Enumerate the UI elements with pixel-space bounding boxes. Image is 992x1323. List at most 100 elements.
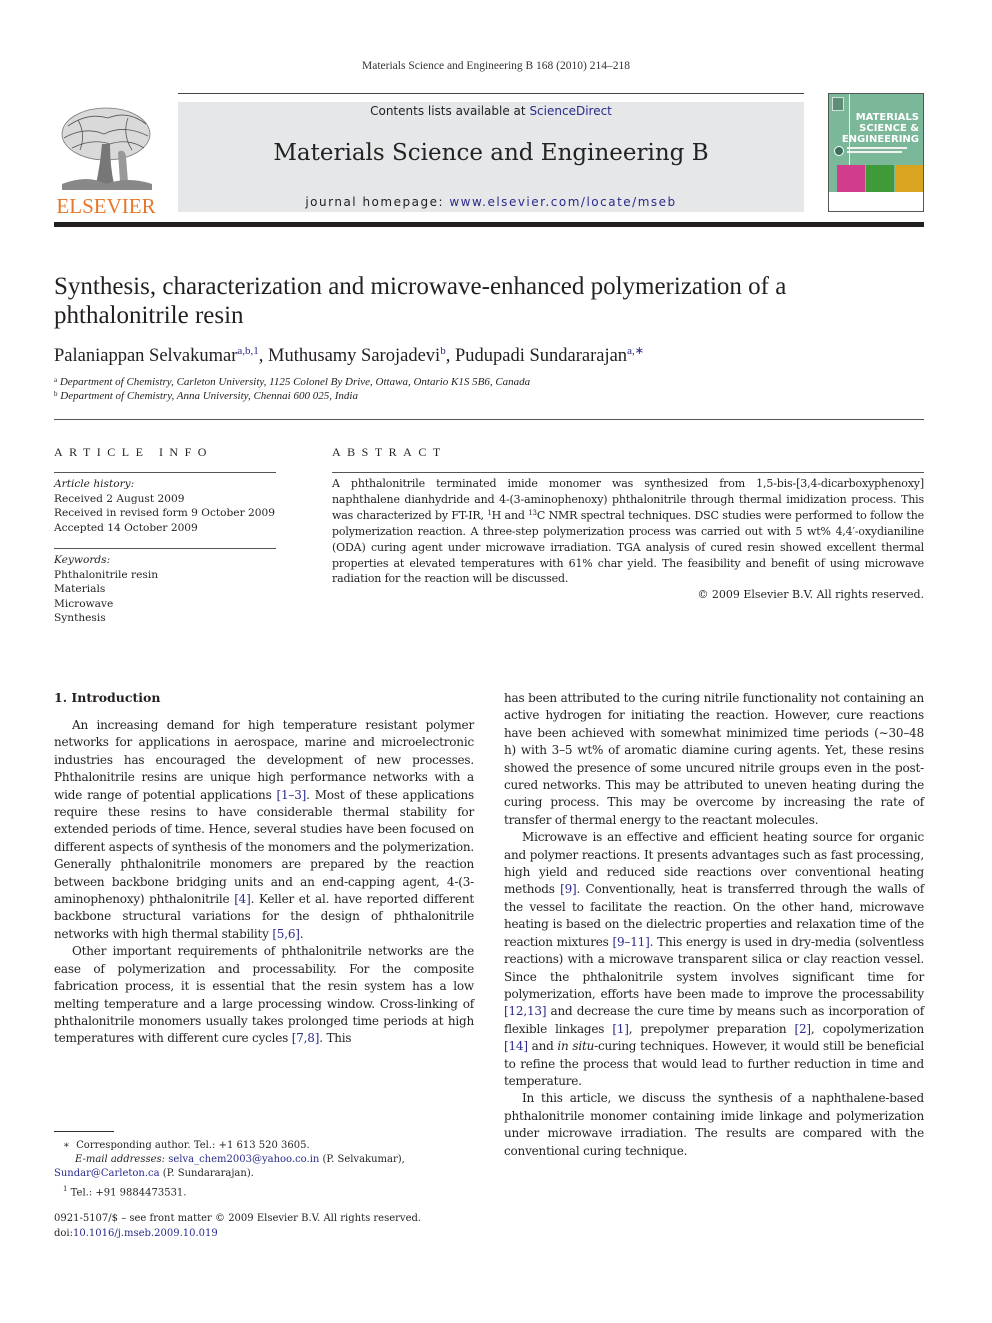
- citation-link[interactable]: [2]: [794, 1022, 811, 1036]
- affiliation: b Department of Chemistry, Anna Universi…: [54, 390, 924, 402]
- paragraph: In this article, we discuss the synthesi…: [504, 1091, 924, 1158]
- email-note-continued: Sundar@Carleton.ca (P. Sundararajan).: [54, 1167, 474, 1181]
- citation-link[interactable]: [1]: [612, 1022, 629, 1036]
- contents-prefix: Contents lists available at: [370, 104, 530, 118]
- cover-footer: [829, 192, 923, 211]
- abstract-text: A phthalonitrile terminated imide monome…: [332, 476, 924, 587]
- cover-subtitle-bar: [847, 151, 902, 153]
- footnote-rule: [54, 1131, 114, 1132]
- masthead-bottom-rule: [54, 222, 924, 227]
- author-separator: ,: [258, 346, 269, 366]
- cover-title-line-3: ENGINEERING: [841, 134, 919, 145]
- article-history: Article history: Received 2 August 2009 …: [54, 477, 276, 535]
- cover-subtitle-bar: [847, 147, 907, 149]
- contents-line: Contents lists available at ScienceDirec…: [178, 104, 804, 118]
- author-name[interactable]: Pudupadi Sundararajan: [455, 346, 627, 366]
- email-label: E-mail addresses:: [75, 1154, 166, 1166]
- footnote-text: Corresponding author. Tel.: +1 613 520 3…: [76, 1140, 310, 1151]
- elsevier-tree-icon: [61, 107, 152, 190]
- cover-title-line-2: SCIENCE &: [859, 123, 919, 134]
- doi-link[interactable]: 10.1016/j.mseb.2009.10.019: [73, 1228, 218, 1239]
- affiliation-text: Department of Chemistry, Carleton Univer…: [59, 376, 531, 388]
- homepage-prefix: journal homepage:: [305, 195, 450, 209]
- citation-link[interactable]: [1–3]: [277, 788, 307, 802]
- citation-link[interactable]: [4]: [234, 892, 251, 906]
- journal-homepage-link[interactable]: www.elsevier.com/locate/mseb: [449, 195, 676, 209]
- author-affiliation-marker[interactable]: a,∗: [627, 345, 644, 357]
- author-affiliation-marker[interactable]: a,b,1: [237, 345, 258, 357]
- cover-image-magenta: [837, 165, 865, 193]
- history-entry: Received in revised form 9 October 2009: [54, 507, 275, 519]
- article-info-heading: ARTICLE INFO: [54, 445, 213, 459]
- citation-link[interactable]: [9–11]: [613, 935, 650, 949]
- keywords-label: Keywords:: [54, 554, 111, 566]
- footnotes: ∗ Corresponding author. Tel.: +1 613 520…: [54, 1139, 474, 1200]
- masthead-top-rule: [178, 93, 804, 94]
- email-note: E-mail addresses: selva_chem2003@yahoo.c…: [54, 1153, 474, 1167]
- doi-line: doi:10.1016/j.mseb.2009.10.019: [54, 1226, 494, 1241]
- footnote-text: Tel.: +91 9884473531.: [70, 1186, 187, 1198]
- article-info-rule: [54, 472, 276, 473]
- text-segment: .: [299, 926, 304, 941]
- text-segment: . This: [319, 1031, 352, 1046]
- cover-image-gold: [895, 165, 923, 193]
- citation-link[interactable]: [14]: [504, 1039, 528, 1053]
- email-link[interactable]: Sundar@Carleton.ca: [54, 1168, 160, 1179]
- abstract-heading: ABSTRACT: [332, 445, 447, 459]
- article-title: Synthesis, characterization and microwav…: [54, 273, 787, 329]
- text-segment: and: [527, 1039, 558, 1054]
- journal-cover-thumbnail[interactable]: MATERIALS SCIENCE & ENGINEERING: [828, 93, 924, 212]
- journal-banner: Contents lists available at ScienceDirec…: [178, 102, 804, 212]
- abstract-segment: H and: [491, 508, 529, 522]
- header-divider: [54, 419, 924, 420]
- elsevier-wordmark: ELSEVIER: [56, 194, 156, 218]
- author-separator: ,: [445, 346, 455, 366]
- superscript: 13: [528, 508, 537, 517]
- body-column-left: An increasing demand for high temperatur…: [54, 717, 474, 1048]
- body-column-right: has been attributed to the curing nitril…: [504, 690, 924, 1160]
- text-segment: , copolymerization: [810, 1021, 924, 1036]
- text-segment: , prepolymer preparation: [628, 1021, 795, 1036]
- affiliation-label: b: [54, 390, 58, 398]
- text-segment: Other important requirements of phthalon…: [54, 944, 474, 1046]
- keywords: Keywords: Phthalonitrile resin Materials…: [54, 553, 276, 626]
- citation-link[interactable]: [9]: [560, 882, 577, 896]
- cover-elsevier-mini-logo: [832, 97, 844, 111]
- author-list: Palaniappan Selvakumara,b,1, Muthusamy S…: [54, 344, 924, 367]
- keywords-rule: [54, 548, 276, 549]
- affiliation: a Department of Chemistry, Carleton Univ…: [54, 376, 924, 388]
- paragraph: has been attributed to the curing nitril…: [504, 691, 924, 827]
- email-owner: (P. Selvakumar),: [319, 1154, 405, 1166]
- journal-title: Materials Science and Engineering B: [273, 140, 709, 166]
- elsevier-logo[interactable]: ELSEVIER: [54, 104, 158, 218]
- author-name[interactable]: Muthusamy Sarojadevi: [268, 346, 440, 366]
- citation-link[interactable]: [7,8]: [292, 1031, 320, 1045]
- footnote-mark: 1: [63, 1184, 68, 1193]
- keyword: Synthesis: [54, 612, 106, 624]
- corresponding-author-note: ∗ Corresponding author. Tel.: +1 613 520…: [54, 1139, 474, 1153]
- abstract-copyright: © 2009 Elsevier B.V. All rights reserved…: [697, 588, 924, 601]
- footnote-mark: ∗: [63, 1140, 70, 1151]
- email-owner: (P. Sundararajan).: [159, 1168, 254, 1180]
- affiliation-text: Department of Chemistry, Anna University…: [60, 390, 358, 402]
- citation-link[interactable]: [12,13]: [504, 1004, 547, 1018]
- article-history-label: Article history:: [54, 478, 135, 490]
- cover-image-green: [866, 165, 894, 193]
- affiliation-label: a: [54, 376, 58, 384]
- paragraph: Other important requirements of phthalon…: [54, 943, 474, 1047]
- keyword: Materials: [54, 583, 106, 595]
- sciencedirect-link[interactable]: ScienceDirect: [529, 104, 611, 118]
- paragraph: An increasing demand for high temperatur…: [54, 717, 474, 943]
- issn-line: 0921-5107/$ – see front matter © 2009 El…: [54, 1213, 422, 1224]
- abstract-rule: [332, 472, 924, 473]
- journal-homepage-line: journal homepage: www.elsevier.com/locat…: [178, 195, 804, 209]
- doi-prefix: doi:: [54, 1228, 73, 1239]
- author-name[interactable]: Palaniappan Selvakumar: [54, 346, 237, 366]
- section-heading-introduction: 1. Introduction: [54, 690, 161, 705]
- history-entry: Accepted 14 October 2009: [54, 521, 198, 534]
- citation-link[interactable]: [5,6]: [272, 927, 300, 941]
- history-entry: Received 2 August 2009: [54, 492, 185, 505]
- keyword: Microwave: [54, 597, 114, 610]
- email-link[interactable]: selva_chem2003@yahoo.co.in: [168, 1154, 319, 1165]
- cover-title-line-1: MATERIALS: [855, 112, 919, 123]
